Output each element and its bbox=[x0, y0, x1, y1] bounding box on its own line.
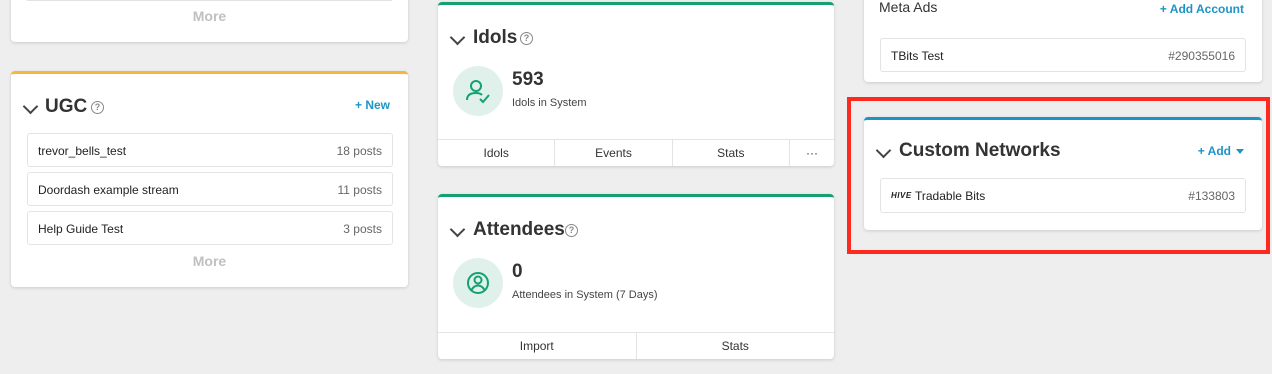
account-name: TBits Test bbox=[891, 49, 944, 63]
new-ugc-button[interactable]: + New bbox=[355, 98, 390, 112]
meta-ads-account-row[interactable]: TBits Test #290355016 bbox=[880, 38, 1246, 72]
collapse-chevron-icon[interactable] bbox=[449, 29, 466, 46]
ugc-item-count: 11 posts bbox=[337, 183, 382, 197]
ugc-item-name: Help Guide Test bbox=[38, 222, 124, 236]
top-left-card: More bbox=[11, 0, 408, 42]
attendees-card: Attendees ? 0 Attendees in System (7 Day… bbox=[438, 194, 834, 359]
ugc-item-name: Doordash example stream bbox=[38, 183, 179, 197]
tab-stats[interactable]: Stats bbox=[673, 140, 790, 166]
meta-ads-card: Meta Ads + Add Account TBits Test #29035… bbox=[864, 0, 1262, 82]
idols-card: Idols ? 593 Idols in System Idols Events… bbox=[438, 2, 834, 166]
ugc-item-count: 18 posts bbox=[336, 144, 382, 158]
account-id: #290355016 bbox=[1168, 49, 1235, 63]
attendees-description: Attendees in System (7 Days) bbox=[512, 289, 658, 301]
ugc-item-name: trevor_bells_test bbox=[38, 144, 127, 158]
top-left-divider bbox=[27, 0, 392, 1]
ugc-list-item[interactable]: Help Guide Test 3 posts bbox=[27, 211, 393, 245]
tab-import[interactable]: Import bbox=[438, 333, 637, 359]
ugc-item-count: 3 posts bbox=[343, 222, 382, 236]
tab-stats[interactable]: Stats bbox=[637, 333, 835, 359]
attendees-count: 0 bbox=[512, 261, 523, 282]
idols-description: Idols in System bbox=[512, 97, 587, 109]
ugc-card: UGC ? + New trevor_bells_test 18 posts D… bbox=[11, 71, 408, 287]
help-icon[interactable]: ? bbox=[565, 224, 578, 237]
attendees-title: Attendees bbox=[473, 219, 565, 240]
more-link[interactable]: More bbox=[11, 8, 408, 24]
attendee-icon bbox=[453, 258, 503, 308]
help-icon[interactable]: ? bbox=[520, 32, 533, 45]
ugc-list-item[interactable]: trevor_bells_test 18 posts bbox=[27, 133, 393, 167]
tab-events[interactable]: Events bbox=[555, 140, 673, 166]
attendees-tabs: Import Stats bbox=[438, 332, 834, 359]
idols-tabs: Idols Events Stats ··· bbox=[438, 139, 834, 166]
tab-idols[interactable]: Idols bbox=[438, 140, 556, 166]
meta-ads-title: Meta Ads bbox=[879, 0, 938, 15]
ugc-title: UGC bbox=[45, 96, 88, 117]
add-account-button[interactable]: + Add Account bbox=[1160, 2, 1244, 16]
collapse-chevron-icon[interactable] bbox=[449, 221, 466, 238]
help-icon[interactable]: ? bbox=[91, 101, 104, 114]
more-options-icon[interactable]: ··· bbox=[790, 140, 834, 166]
collapse-chevron-icon[interactable] bbox=[22, 98, 39, 115]
idols-count: 593 bbox=[512, 69, 544, 90]
highlight-box bbox=[847, 97, 1270, 254]
ugc-more-link[interactable]: More bbox=[11, 253, 408, 269]
idols-title: Idols bbox=[473, 27, 518, 48]
ugc-list-item[interactable]: Doordash example stream 11 posts bbox=[27, 172, 393, 206]
idol-icon bbox=[453, 66, 503, 116]
